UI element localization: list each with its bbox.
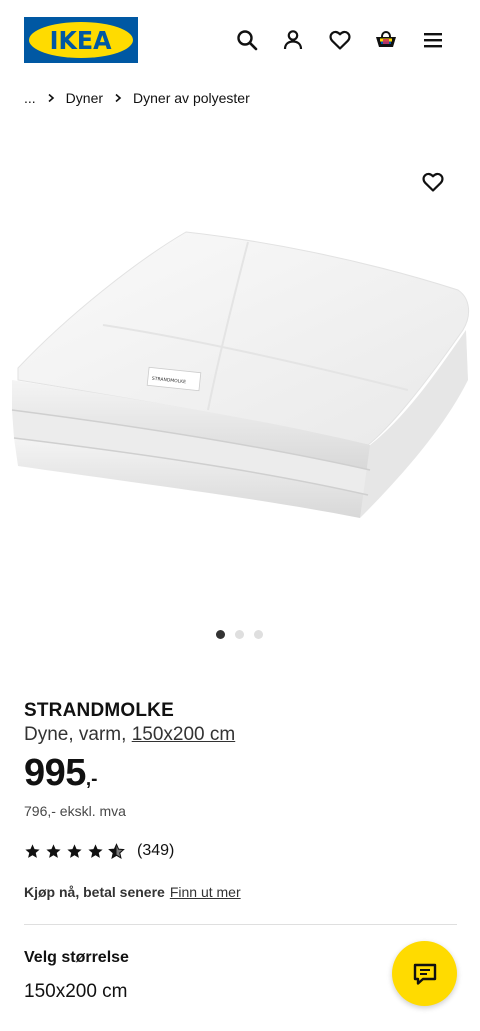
product-size-link[interactable]: 150x200 cm xyxy=(132,724,236,745)
gallery-dot-2[interactable] xyxy=(235,630,244,639)
chat-button[interactable] xyxy=(392,941,457,1006)
cart-icon[interactable] xyxy=(374,28,398,52)
product-rating[interactable]: (349) xyxy=(24,842,174,860)
product-name: STRANDMOLKE xyxy=(24,700,174,721)
logo-oval: IKEA xyxy=(29,22,133,58)
gallery-dot-1[interactable] xyxy=(216,630,225,639)
star-icon xyxy=(45,843,62,860)
star-icon xyxy=(66,843,83,860)
add-to-favourites-icon[interactable] xyxy=(421,170,445,194)
search-icon[interactable] xyxy=(235,28,259,52)
rating-stars xyxy=(24,842,125,860)
star-icon xyxy=(24,843,41,860)
heart-icon[interactable] xyxy=(328,28,352,52)
account-icon[interactable] xyxy=(281,28,305,52)
breadcrumb: ... Dyner Dyner av polyester xyxy=(24,88,250,108)
price-decimal: ,- xyxy=(85,769,98,790)
chat-icon xyxy=(413,963,436,985)
size-selector-label: Velg størrelse xyxy=(24,949,129,966)
ikea-logo[interactable]: IKEA xyxy=(24,17,138,63)
breadcrumb-item-polyester[interactable]: Dyner av polyester xyxy=(133,90,250,106)
product-description: Dyne, varm, 150x200 cm xyxy=(24,724,235,746)
menu-icon[interactable] xyxy=(421,28,445,52)
chevron-right-icon xyxy=(46,93,56,103)
product-image[interactable]: STRANDMOLKE xyxy=(8,220,478,540)
price-integer: 995 xyxy=(24,752,86,794)
gallery-dot-3[interactable] xyxy=(254,630,263,639)
financing-info: Kjøp nå, betal senere Finn ut mer xyxy=(24,884,241,900)
rating-count[interactable]: (349) xyxy=(137,842,174,860)
product-description-text: Dyne, varm, xyxy=(24,724,132,745)
price-excl-vat: 796,- ekskl. mva xyxy=(24,803,126,819)
divider xyxy=(24,924,457,925)
half-star-icon xyxy=(108,842,125,860)
chevron-right-icon xyxy=(113,93,123,103)
size-selector-value[interactable]: 150x200 cm xyxy=(24,981,128,1003)
product-price: 995 ,- xyxy=(24,752,98,795)
gallery-dots xyxy=(216,630,263,639)
header: IKEA xyxy=(0,0,480,80)
logo-text: IKEA xyxy=(50,25,112,55)
financing-text: Kjøp nå, betal senere xyxy=(24,884,165,900)
star-icon xyxy=(87,843,104,860)
breadcrumb-item-dyner[interactable]: Dyner xyxy=(66,90,103,106)
breadcrumb-ellipsis[interactable]: ... xyxy=(24,90,36,106)
financing-link[interactable]: Finn ut mer xyxy=(170,884,241,900)
